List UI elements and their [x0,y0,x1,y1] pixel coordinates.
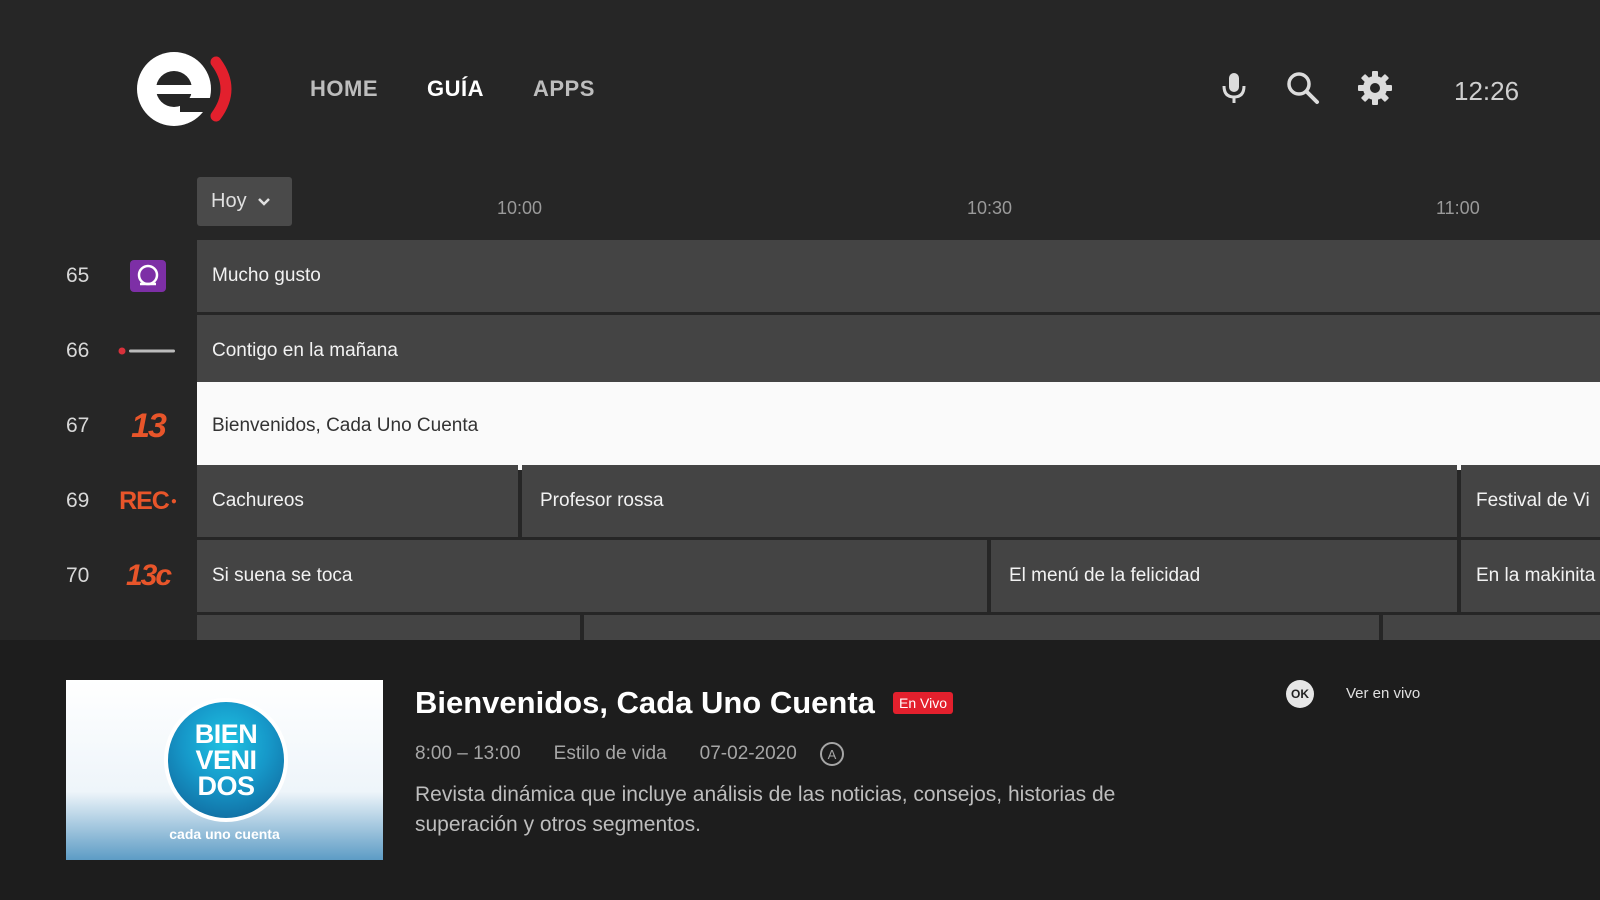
program-title: Mucho gusto [212,265,321,286]
program-cell[interactable]: Contigo en la mañana [197,315,1600,387]
channel-number: 66 [66,339,90,362]
nav-apps[interactable]: APPS [533,76,595,102]
program-title: Si suena se toca [212,565,353,586]
program-title: Contigo en la mañana [212,340,398,361]
search-icon[interactable] [1285,70,1321,106]
channel-row: 70 13c Si suena se toca El menú de la fe… [0,540,1600,612]
channel-logo [116,254,180,298]
program-cell[interactable]: Mucho gusto [197,240,1600,312]
time-label: 10:30 [967,198,1013,218]
thumbnail-logo-text: VENI [195,745,257,775]
rating-icon: A [819,742,844,766]
channel-logo: 13c [116,554,180,598]
thumbnail-logo-text: BIEN [194,719,258,749]
program-title: El menú de la felicidad [1009,565,1201,586]
thumbnail-logo-text: DOS [197,771,255,801]
channel-logo [116,329,180,373]
channel-row: 67 13 Bienvenidos, Cada Uno Cuenta [0,382,1600,470]
program-title: En la makinita [1476,565,1596,586]
channel-row: 65 Mucho gusto [0,240,1600,312]
clock: 12:26 [1454,76,1520,106]
thumbnail-logo: BIEN VENI DOS [164,698,288,822]
live-badge: En Vivo [893,692,953,714]
program-genre: Estilo de vida [553,743,667,764]
program-date: 07-02-2020 [699,743,797,764]
channel-row: 66 Contigo en la mañana [0,315,1600,387]
nav-home[interactable]: HOME [310,76,378,102]
channel-number: 70 [66,564,90,587]
epg-grid: 65 Mucho gusto 66 Contigo en la mañana 6… [0,240,1600,640]
channel-row: 69 REC ● Cachureos Profesor rossa Festiv… [0,465,1600,537]
program-title: Profesor rossa [540,490,664,511]
gear-icon[interactable] [1357,70,1393,106]
channel-66-logo [118,347,175,355]
channel-logo: REC ● [116,479,180,523]
main-nav: HOME GUÍA APPS [310,76,595,102]
time-label: 11:00 [1436,198,1480,218]
chevron-down-icon [257,197,270,206]
channel-logo-mark: ● [170,495,177,507]
thumbnail-caption: cada uno cuenta [169,826,280,842]
channel-number: 67 [66,414,90,437]
program-cell[interactable] [197,615,580,640]
program-cell[interactable] [584,615,1379,640]
svg-text:A: A [828,747,837,762]
channel-65-logo [130,260,166,292]
date-select[interactable]: Hoy [197,177,292,226]
program-cell[interactable]: Festival de Vi [1461,465,1600,537]
channel-logo: 13 [116,404,180,448]
program-time-range: 8:00 – 13:00 [415,743,521,764]
program-cell[interactable]: En la makinita [1461,540,1600,612]
channel-logo-text: REC [119,486,170,515]
top-bar: HOME GUÍA APPS 12:26 [0,0,1600,170]
ok-key-icon: OK [1286,680,1314,708]
channel-number: 65 [66,264,90,287]
watch-live-action[interactable]: Ver en vivo [1346,685,1420,702]
time-label: 10:00 [497,198,543,218]
program-cell[interactable]: Profesor rossa [522,465,1457,537]
program-meta: 8:00 – 13:00 Estilo de vida 07-02-2020 A [415,741,845,767]
mic-icon[interactable] [1216,70,1252,106]
program-cell[interactable]: Si suena se toca [197,540,987,612]
date-select-label: Hoy [211,190,247,212]
program-cell[interactable] [1383,615,1600,640]
program-cell[interactable]: Cachureos [197,465,518,537]
program-title: Bienvenidos, Cada Uno Cuenta [212,415,479,436]
channel-logo-text: 13 [131,406,167,445]
entel-logo [137,52,232,126]
program-description: Revista dinámica que incluye análisis de… [415,783,1116,836]
program-title: Bienvenidos, Cada Uno Cuenta [415,685,875,720]
channel-number: 69 [66,489,90,512]
program-cell-selected[interactable]: Bienvenidos, Cada Uno Cuenta [197,382,1600,470]
channel-logo-text: 13c [125,559,172,592]
program-title: Festival de Vi [1476,490,1590,511]
program-detail-panel: BIEN VENI DOS cada uno cuenta Bienvenido… [0,640,1600,900]
program-title: Cachureos [212,490,304,511]
program-thumbnail: BIEN VENI DOS cada uno cuenta [66,680,383,860]
channel-row-partial [0,615,1600,640]
program-cell[interactable]: El menú de la felicidad [991,540,1457,612]
nav-guia[interactable]: GUÍA [427,76,484,102]
